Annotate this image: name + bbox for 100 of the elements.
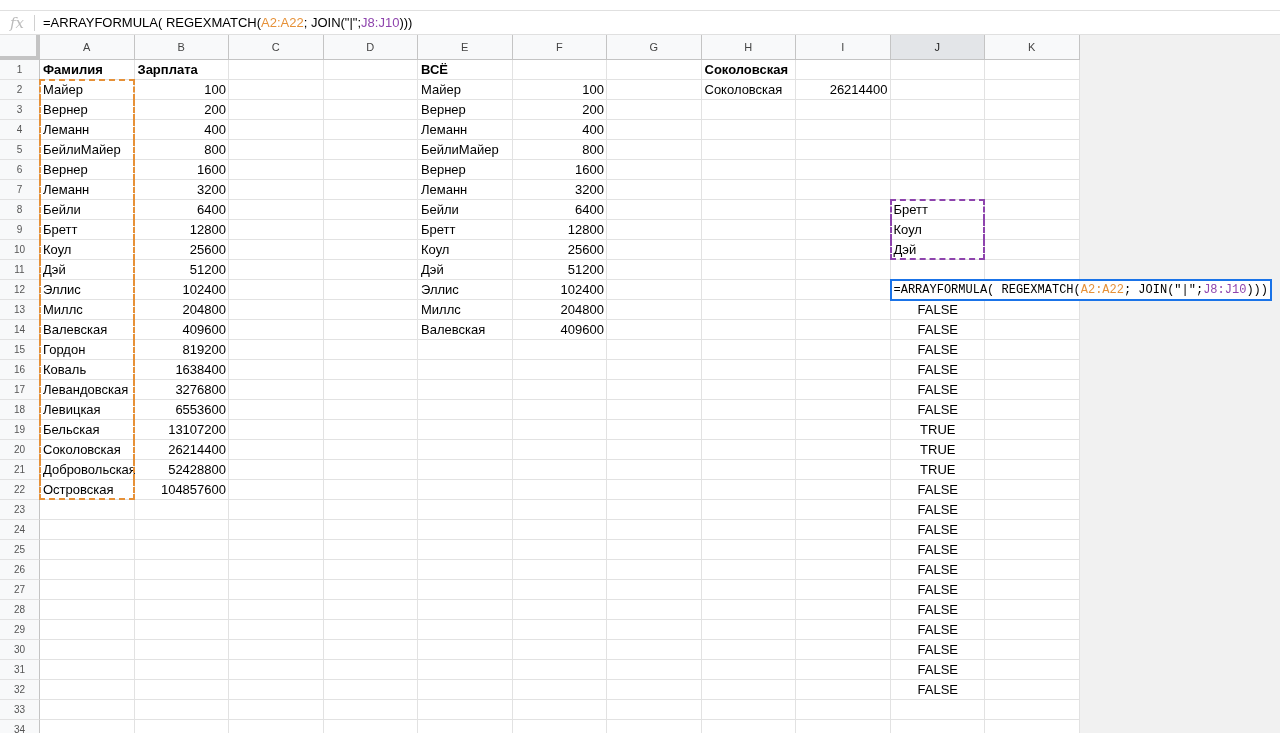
table-cell: 52428800 [168,462,226,477]
table-cell: 200 [204,102,226,117]
table-cell: Соколовская [704,82,783,97]
row-number[interactable]: 4 [0,120,40,140]
row-number[interactable]: 14 [0,320,40,340]
table-cell: Эллис [421,282,459,297]
table-cell: Коваль [43,362,87,377]
row-number[interactable]: 7 [0,180,40,200]
column-header[interactable]: F [512,35,607,60]
row-number[interactable]: 26 [0,560,40,580]
table-cell: Майер [43,82,83,97]
row-number[interactable]: 11 [0,260,40,280]
column-header[interactable]: G [607,35,702,60]
formula-input[interactable]: =ARRAYFORMULA( REGEXMATCH(A2:A22; JOIN("|";J8:J10))) [43,15,413,30]
table-cell: Бретт [421,222,456,237]
column-header[interactable]: H [701,35,796,60]
table-cell: 3200 [197,182,226,197]
row-number[interactable]: 10 [0,240,40,260]
table-cell: FALSE [917,682,958,697]
row-number[interactable]: 24 [0,520,40,540]
table-cell: 26214400 [829,82,888,97]
column-header[interactable]: A [40,35,135,60]
table-cell: FALSE [917,662,958,677]
table-cell: Коул [421,242,450,257]
column-header[interactable]: J [890,35,985,60]
row-number[interactable]: 23 [0,500,40,520]
table-cell: 102400 [182,282,226,297]
column-header[interactable]: K [985,35,1080,60]
column-header[interactable]: I [796,35,891,60]
row-number[interactable]: 6 [0,160,40,180]
table-cell: Зарплата [137,62,198,77]
table-cell: 819200 [182,342,226,357]
row-number[interactable]: 12 [0,280,40,300]
row-number[interactable]: 21 [0,460,40,480]
table-cell: 6553600 [175,402,226,417]
row-number[interactable]: 1 [0,60,40,80]
column-header[interactable]: B [134,35,229,60]
table-cell: 100 [582,82,604,97]
table-cell: 51200 [567,262,604,277]
row-number[interactable]: 19 [0,420,40,440]
table-cell: БейлиМайер [43,142,121,157]
table-cell: FALSE [917,542,958,557]
row-number[interactable]: 18 [0,400,40,420]
table-cell: 6400 [197,202,226,217]
row-number[interactable]: 33 [0,700,40,720]
table-cell: FALSE [917,582,958,597]
row-number[interactable]: 27 [0,580,40,600]
row-number[interactable]: 8 [0,200,40,220]
table-cell: Леманн [43,122,90,137]
select-all-corner[interactable] [0,35,40,60]
row-number[interactable]: 31 [0,660,40,680]
table-cell: Вернер [43,102,88,117]
row-number[interactable]: 17 [0,380,40,400]
table-cell: 204800 [182,302,226,317]
table-cell: Коул [43,242,72,257]
table-cell: 6400 [575,202,604,217]
table-cell: Дэй [893,242,917,257]
column-header[interactable]: C [229,35,324,60]
table-cell: 204800 [560,302,604,317]
table-cell: Островская [43,482,114,497]
row-number[interactable]: 5 [0,140,40,160]
table-cell: FALSE [917,302,958,317]
row-number[interactable]: 15 [0,340,40,360]
table-cell: 1638400 [175,362,226,377]
row-number[interactable]: 25 [0,540,40,560]
column-header[interactable]: D [323,35,418,60]
row-number[interactable]: 3 [0,100,40,120]
table-cell: Добровольская [43,462,136,477]
row-number[interactable]: 13 [0,300,40,320]
table-cell: Дэй [43,262,66,277]
row-number[interactable]: 30 [0,640,40,660]
row-number[interactable]: 20 [0,440,40,460]
table-cell: Коул [893,222,922,237]
row-number[interactable]: 29 [0,620,40,640]
column-header[interactable]: E [418,35,513,60]
table-cell: FALSE [917,362,958,377]
row-number[interactable]: 28 [0,600,40,620]
table-cell: Вернер [421,162,466,177]
table-cell: 409600 [182,322,226,337]
table-cell: Вернер [43,162,88,177]
table-cell: Соколовская [43,442,121,457]
table-cell: Вернер [421,102,466,117]
table-cell: Бельская [43,422,100,437]
cell-editor[interactable]: =ARRAYFORMULA( REGEXMATCH(A2:A22; JOIN("|";J8:J10))) [889,279,1272,301]
row-number[interactable]: 16 [0,360,40,380]
table-cell: FALSE [917,622,958,637]
table-cell: 800 [204,142,226,157]
row-number[interactable]: 2 [0,80,40,100]
table-cell: FALSE [917,382,958,397]
table-cell: Миллс [43,302,83,317]
row-number[interactable]: 34 [0,720,40,733]
table-cell: 12800 [567,222,604,237]
row-number[interactable]: 32 [0,680,40,700]
table-cell: Майер [421,82,461,97]
table-cell: 1600 [575,162,604,177]
row-number[interactable]: 22 [0,480,40,500]
row-number[interactable]: 9 [0,220,40,240]
table-cell: FALSE [917,342,958,357]
table-cell: 400 [582,122,604,137]
table-cell: 25600 [189,242,226,257]
